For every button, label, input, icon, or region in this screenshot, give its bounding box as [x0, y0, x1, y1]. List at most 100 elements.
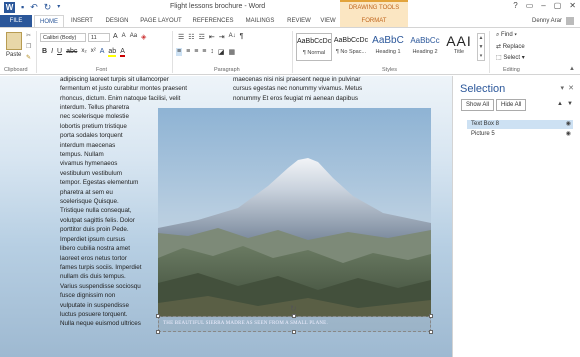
tab-view[interactable]: VIEW — [316, 15, 340, 27]
align-center-icon[interactable]: ≡ — [186, 48, 190, 56]
resize-handle[interactable] — [292, 330, 296, 334]
increase-indent-icon[interactable]: ⇥ — [219, 33, 225, 41]
underline-icon[interactable]: U — [57, 48, 62, 57]
hide-all-button[interactable]: Hide All — [496, 99, 527, 111]
maximize-button[interactable]: ▢ — [554, 1, 562, 10]
font-color-icon[interactable]: A — [120, 48, 125, 57]
close-button[interactable]: ✕ — [569, 1, 576, 10]
caption-text[interactable]: THE BEAUTIFUL SIERRA MADRE AS SEEN FROM … — [163, 321, 328, 326]
visibility-eye-icon[interactable]: ◉ — [566, 120, 571, 129]
document-area[interactable]: adipiscing laoreet turpis sit ullamcorpe… — [0, 76, 452, 357]
selection-item-text-box-8[interactable]: Text Box 8 ◉ — [467, 120, 573, 129]
avatar[interactable] — [566, 17, 574, 25]
tab-references[interactable]: REFERENCES — [190, 15, 236, 27]
body-text-right-column[interactable]: maecenas nisi nisi praesent neque in pul… — [233, 76, 393, 103]
pane-options-icon[interactable]: ▾ — [560, 84, 564, 92]
help-icon[interactable]: ? — [513, 1, 517, 10]
multilevel-list-icon[interactable]: ☲ — [199, 33, 205, 41]
save-icon[interactable]: ▪ — [21, 2, 24, 13]
text-line: Tristique nulla consequat, — [60, 207, 132, 215]
resize-handle[interactable] — [156, 314, 160, 318]
align-left-icon[interactable]: ≡ — [176, 48, 183, 56]
user-name[interactable]: Denny Arar — [532, 15, 562, 27]
text-line: tempor. Egestas elementum — [60, 179, 139, 187]
style-heading-2[interactable]: AaBbCc Heading 2 — [407, 33, 443, 61]
clear-formatting-icon[interactable]: ◈ — [141, 33, 146, 41]
styles-gallery-scroll[interactable]: ▲ ▼ ▾ — [477, 33, 485, 61]
bold-icon[interactable]: B — [42, 48, 47, 57]
style-title[interactable]: AAI Title — [444, 33, 474, 61]
justify-icon[interactable]: ≡ — [202, 48, 206, 56]
body-text-top[interactable]: adipiscing laoreet turpis sit ullamcorpe… — [60, 76, 220, 103]
resize-handle[interactable] — [292, 314, 296, 318]
sort-icon[interactable]: A↓ — [229, 33, 236, 41]
redo-icon[interactable]: ↻ — [44, 2, 52, 13]
collapse-ribbon-icon[interactable]: ▲ — [569, 66, 575, 72]
cut-icon[interactable]: ✂ — [26, 32, 31, 39]
font-name-select[interactable]: Calibri (Body) — [40, 33, 86, 42]
text-effects-icon[interactable]: A — [100, 48, 105, 57]
align-right-icon[interactable]: ≡ — [194, 48, 198, 56]
close-pane-icon[interactable]: ✕ — [568, 84, 574, 92]
ribbon-display-options-icon[interactable]: ▭ — [526, 1, 534, 10]
copy-icon[interactable]: ❐ — [26, 43, 31, 50]
send-backward-icon[interactable]: ▼ — [567, 101, 573, 107]
tab-home[interactable]: HOME — [34, 15, 64, 27]
body-text-left-column[interactable]: interdum. Tellus pharetra nec scelerisqu… — [60, 103, 160, 329]
selection-item-label: Text Box 8 — [471, 121, 500, 127]
style-normal[interactable]: AaBbCcDc ¶ Normal — [296, 33, 332, 61]
shading-icon[interactable]: ◪ — [218, 48, 225, 56]
style-name: ¶ No Spac... — [335, 49, 367, 55]
tab-review[interactable]: REVIEW — [284, 15, 314, 27]
numbering-icon[interactable]: ☷ — [188, 33, 194, 41]
superscript-icon[interactable]: x² — [91, 48, 96, 57]
bring-forward-icon[interactable]: ▲ — [557, 101, 563, 107]
change-case-icon[interactable]: Aa — [130, 33, 137, 41]
decrease-indent-icon[interactable]: ⇤ — [209, 33, 215, 41]
shrink-font-icon[interactable]: A — [122, 33, 126, 41]
mountain-picture[interactable] — [158, 108, 431, 317]
subscript-icon[interactable]: x₂ — [81, 48, 86, 57]
tab-design[interactable]: DESIGN — [100, 15, 134, 27]
style-heading-1[interactable]: AaBbC Heading 1 — [370, 33, 406, 61]
style-preview: AaBbCc — [410, 36, 440, 45]
divider — [489, 31, 490, 73]
bullets-icon[interactable]: ☰ — [178, 33, 184, 41]
italic-icon[interactable]: I — [51, 48, 53, 57]
grow-font-icon[interactable]: A — [113, 33, 118, 41]
show-marks-icon[interactable]: ¶ — [240, 33, 244, 41]
tab-file[interactable]: FILE — [0, 15, 32, 27]
strikethrough-icon[interactable]: abc — [66, 48, 77, 57]
style-no-spacing[interactable]: AaBbCcDc ¶ No Spac... — [333, 33, 369, 61]
resize-handle[interactable] — [429, 314, 433, 318]
paste-icon[interactable] — [6, 32, 22, 50]
selection-item-picture-5[interactable]: Picture 5 ◉ — [467, 130, 573, 139]
format-painter-icon[interactable]: ✎ — [26, 54, 31, 61]
borders-icon[interactable]: ▦ — [229, 48, 236, 56]
font-size-select[interactable]: 11 — [88, 33, 110, 42]
tab-page-layout[interactable]: PAGE LAYOUT — [136, 15, 186, 27]
show-all-button[interactable]: Show All — [461, 99, 495, 111]
text-line: porttitor duis proin Pede. — [60, 226, 129, 234]
customize-qat-icon[interactable]: ▾ — [57, 2, 60, 13]
line-spacing-icon[interactable]: ↕ — [210, 48, 214, 56]
highlight-icon[interactable]: ab — [108, 48, 117, 57]
find-button[interactable]: ⌕ Find ▾ — [496, 32, 517, 39]
rotate-handle-icon[interactable]: ↻ — [290, 304, 297, 313]
word-app-icon[interactable]: W — [4, 2, 15, 13]
selection-pane-title: Selection — [460, 83, 506, 95]
text-line: laoreet eros netus tortor — [60, 254, 127, 262]
text-line: nonummy Et eros feugiat mi aenean dapibu… — [233, 94, 358, 102]
resize-handle[interactable] — [429, 330, 433, 334]
select-button[interactable]: ⬚ Select ▾ — [496, 54, 525, 61]
visibility-eye-icon[interactable]: ◉ — [566, 130, 571, 139]
replace-button[interactable]: ⇄ Replace — [496, 43, 525, 50]
minimize-button[interactable]: – — [541, 1, 545, 10]
style-name: Heading 1 — [375, 49, 401, 55]
paste-button[interactable]: Paste — [6, 52, 21, 58]
tab-insert[interactable]: INSERT — [66, 15, 98, 27]
tab-format[interactable]: FORMAT — [340, 15, 408, 27]
undo-icon[interactable]: ↶ — [30, 2, 38, 13]
tab-mailings[interactable]: MAILINGS — [240, 15, 280, 27]
resize-handle[interactable] — [156, 330, 160, 334]
